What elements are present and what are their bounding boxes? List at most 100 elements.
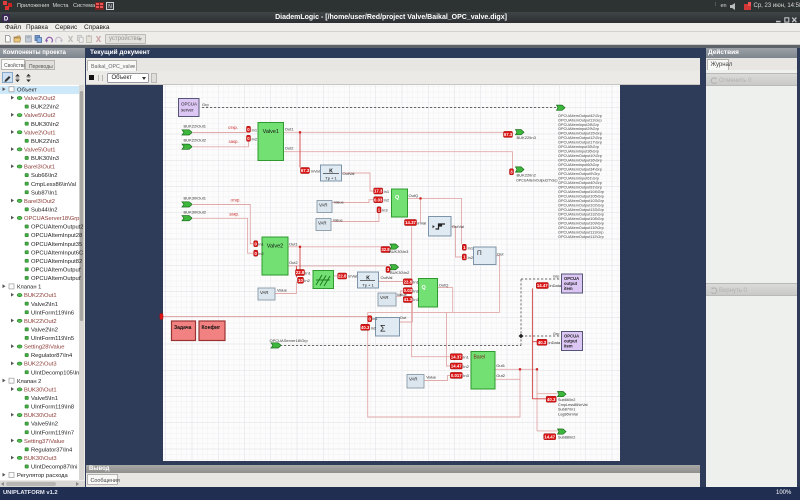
svg-text:40.3: 40.3 — [538, 340, 547, 345]
svg-text:Setting37\Value: Setting37\Value — [24, 439, 65, 445]
svg-text:In2: In2 — [304, 278, 310, 283]
svg-text:inData: inData — [550, 283, 562, 288]
svg-text:OPCUAItemOutput111\Grp: OPCUAItemOutput111\Grp — [558, 230, 603, 234]
svg-text:In3: In3 — [463, 373, 469, 378]
svg-text:OPCUAItemInput28: OPCUAItemInput28 — [31, 233, 82, 239]
svg-text:Valve1: Valve1 — [263, 129, 279, 135]
svg-text:OPCUAItemOutput40\Grp: OPCUAItemOutput40\Grp — [558, 181, 602, 185]
svg-text:40.3: 40.3 — [361, 325, 370, 330]
svg-text:In2: In2 — [252, 137, 258, 142]
svg-text:OPCUAItemOutput109\Grp: OPCUAItemOutput109\Grp — [558, 221, 604, 225]
svg-text:BUK22\Out2: BUK22\Out2 — [184, 138, 207, 143]
svg-text:inVal: inVal — [418, 221, 427, 226]
svg-text:Valve2\In2: Valve2\In2 — [31, 328, 58, 334]
svg-text:VAR: VAR — [318, 221, 327, 226]
svg-text:Setting28\Value: Setting28\Value — [24, 345, 65, 351]
svg-text:In2: In2 — [468, 255, 474, 260]
svg-text:Grp: Grp — [553, 274, 559, 278]
svg-text:inData: inData — [549, 340, 561, 345]
svg-text:OPCUAItemOutput110\Grp: OPCUAItemOutput110\Grp — [558, 226, 604, 230]
svg-text:закр.: закр. — [229, 212, 239, 217]
svg-text:OPCUAItemOutput11\Grp: OPCUAItemOutput11\Grp — [558, 118, 602, 122]
svg-text:OPCUAItemInput6C: OPCUAItemInput6C — [31, 251, 83, 257]
svg-text:OPCUAItemInput60\Grp: OPCUAItemInput60\Grp — [558, 163, 599, 167]
svg-text:Sub87\In1: Sub87\In1 — [31, 191, 57, 197]
svg-text:In1: In1 — [372, 316, 378, 321]
svg-text:Sub66\In2: Sub66\In2 — [558, 398, 575, 402]
svg-text:OutVal: OutVal — [343, 171, 355, 176]
svg-text:OPCUAItemOutput112\Grp: OPCUAItemOutput112\Grp — [558, 235, 604, 239]
svg-text:Grp: Grp — [202, 102, 209, 107]
svg-text:67.3: 67.3 — [504, 132, 513, 137]
svg-text:OPCUAItemInput61\Grp: OPCUAItemInput61\Grp — [558, 177, 599, 181]
svg-text:In2: In2 — [384, 198, 390, 203]
svg-text:OPCUAItemOutput102\Grp: OPCUAItemOutput102\Grp — [558, 203, 604, 207]
svg-text:14.47: 14.47 — [451, 364, 462, 369]
svg-text:22.8: 22.8 — [338, 274, 347, 279]
svg-text:In3: In3 — [382, 208, 388, 213]
svg-text:OPCUAItemOutput105\Grp: OPCUAItemOutput105\Grp — [558, 194, 604, 198]
svg-text:Tp + 1: Tp + 1 — [325, 175, 337, 180]
svg-text:inVal: inVal — [348, 274, 357, 279]
svg-text:In1: In1 — [463, 355, 469, 360]
svg-text:17.3: 17.3 — [374, 189, 383, 194]
svg-text:BUK30\In2: BUK30\In2 — [390, 270, 410, 275]
svg-text:OPCUAServer18\Grp: OPCUAServer18\Grp — [24, 216, 79, 222]
svg-text:Tp + 1: Tp + 1 — [362, 282, 374, 287]
svg-text:Log86\inVal: Log86\inVal — [558, 412, 578, 416]
svg-text:OPCUAItemOutput10\Grp: OPCUAItemOutput10\Grp — [558, 154, 602, 158]
svg-text:Out1: Out1 — [285, 127, 294, 132]
svg-text:OPCUAItemOutput103\Grp: OPCUAItemOutput103\Grp — [558, 199, 604, 203]
svg-text:Valve2: Valve2 — [267, 244, 283, 250]
svg-text:Out: Out — [400, 315, 407, 320]
svg-text:закр.: закр. — [229, 139, 239, 144]
svg-text:OPCUA: OPCUA — [181, 102, 197, 107]
svg-text:BUK30\In2: BUK30\In2 — [31, 122, 59, 128]
svg-text:OPCUAItemOutput132\Grp: OPCUAItemOutput132\Grp — [558, 212, 604, 216]
svg-text:In1: In1 — [258, 241, 264, 246]
svg-text:OPCUAItemOutput42\Grp: OPCUAItemOutput42\Grp — [558, 114, 602, 118]
svg-text:OPCUAServer18\Grp: OPCUAServer18\Grp — [270, 338, 309, 343]
svg-text:BUK30\Out2: BUK30\Out2 — [24, 413, 57, 419]
svg-text:67.3: 67.3 — [301, 168, 310, 173]
svg-text:OPCUAItemOutput16\Grp: OPCUAItemOutput16\Grp — [558, 159, 602, 163]
svg-text:server: server — [181, 108, 194, 113]
svg-text:Конфиг: Конфиг — [202, 324, 221, 331]
svg-text:UIntForm119\In8: UIntForm119\In8 — [31, 405, 74, 411]
svg-text:10: 10 — [298, 278, 303, 283]
svg-text:OPCUAItemInput35\Grp: OPCUAItemInput35\Grp — [558, 145, 599, 149]
svg-text:OPCUAItemOutput108\Grp: OPCUAItemOutput108\Grp — [558, 217, 604, 221]
svg-text:BUK30\Out1: BUK30\Out1 — [24, 388, 57, 394]
svg-text:UIntDecomp87\Ini: UIntDecomp87\Ini — [31, 465, 77, 471]
svg-text:BUK22\Out3: BUK22\Out3 — [24, 362, 57, 368]
svg-text:Value: Value — [397, 292, 408, 297]
svg-text:Valve2\Out2: Valve2\Out2 — [24, 96, 55, 102]
svg-text:OutQ: OutQ — [439, 283, 449, 288]
svg-text:In1: In1 — [305, 271, 311, 276]
svg-text:OPCUAItemOutput27\Grp: OPCUAItemOutput27\Grp — [516, 178, 558, 182]
svg-text:Regulator37\In4: Regulator37\In4 — [31, 448, 73, 454]
svg-text:Valve5\Out1: Valve5\Out1 — [24, 148, 55, 154]
svg-text:Valve2\Out1: Valve2\Out1 — [24, 131, 55, 137]
svg-text:OPCUAItemOutput34\Grp: OPCUAItemOutput34\Grp — [558, 168, 602, 172]
svg-text:Q: Q — [395, 195, 400, 201]
svg-text:Out1: Out1 — [496, 363, 505, 368]
svg-text:In1: In1 — [384, 189, 390, 194]
svg-text:Sub88\In2: Sub88\In2 — [558, 435, 575, 439]
svg-text:VAR: VAR — [260, 290, 269, 295]
svg-text:OPCUAItemOutput': OPCUAItemOutput' — [31, 268, 81, 274]
svg-text:BUK22\In3: BUK22\In3 — [31, 139, 59, 145]
svg-text:OPCUAItemOutput133\Grp: OPCUAItemOutput133\Grp — [558, 208, 604, 212]
svg-text:In2: In2 — [463, 364, 469, 369]
svg-text:Regulator87\In4: Regulator87\In4 — [31, 353, 73, 359]
svg-text:CmpLess86\inVal: CmpLess86\inVal — [558, 403, 588, 407]
svg-text:VAR: VAR — [380, 295, 389, 300]
svg-text:OPCUAItemOutput15\Grp: OPCUAItemOutput15\Grp — [558, 132, 602, 136]
svg-text:Q: Q — [422, 285, 427, 291]
svg-text:In2: In2 — [258, 251, 264, 256]
svg-text:OutQ: OutQ — [409, 193, 419, 198]
svg-text:In2: In2 — [371, 326, 377, 331]
svg-text:In3: In3 — [413, 297, 419, 302]
svg-text:In2: In2 — [413, 288, 419, 293]
svg-text:22.8: 22.8 — [404, 279, 413, 284]
